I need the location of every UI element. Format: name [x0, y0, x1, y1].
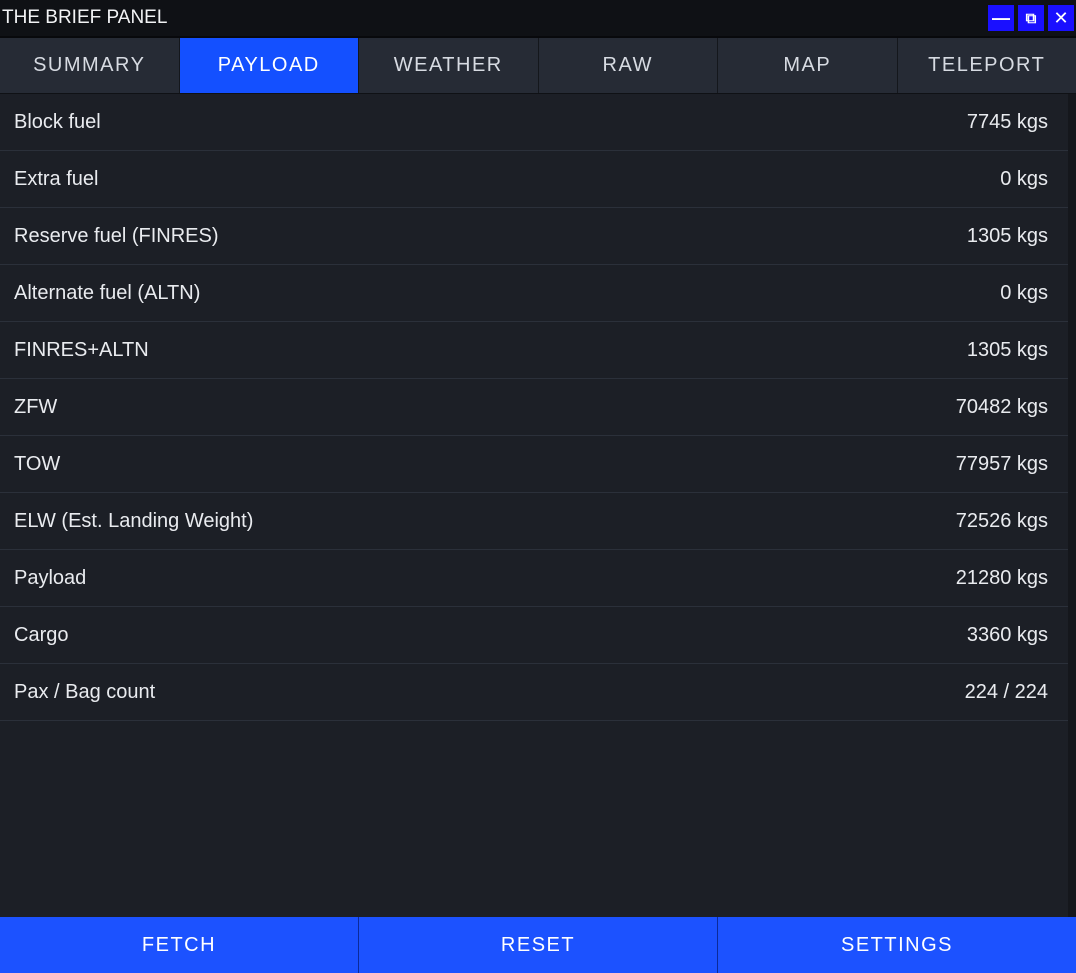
window-controls: — ⧉ ✕ [988, 5, 1076, 31]
row-value: 21280 kgs [955, 566, 1048, 589]
row-label: TOW [14, 452, 61, 475]
close-button[interactable]: ✕ [1048, 5, 1074, 31]
row-value: 0 kgs [1000, 281, 1048, 304]
table-row-zfw: ZFW 70482 kgs [0, 379, 1068, 436]
row-label: Block fuel [14, 110, 101, 133]
row-label: Pax / Bag count [14, 680, 156, 703]
row-label: ZFW [14, 395, 58, 418]
table-row-payload: Payload 21280 kgs [0, 550, 1068, 607]
row-label: Payload [14, 566, 87, 589]
table-row-extra-fuel: Extra fuel 0 kgs [0, 151, 1068, 208]
reset-button[interactable]: RESET [359, 917, 718, 973]
row-value: 1305 kgs [966, 224, 1048, 247]
footer-actions: FETCH RESET SETTINGS [0, 917, 1076, 973]
fetch-button[interactable]: FETCH [0, 917, 359, 973]
tab-raw[interactable]: RAW [539, 38, 718, 93]
table-row-cargo: Cargo 3360 kgs [0, 607, 1068, 664]
table-row-alternate-fuel: Alternate fuel (ALTN) 0 kgs [0, 265, 1068, 322]
row-value: 70482 kgs [955, 395, 1048, 418]
brief-panel-window: THE BRIEF PANEL — ⧉ ✕ SUMMARY PAYLOAD WE… [0, 0, 1076, 973]
tab-map[interactable]: MAP [718, 38, 898, 93]
payload-table: Block fuel 7745 kgs Extra fuel 0 kgs Res… [0, 94, 1068, 917]
tab-summary[interactable]: SUMMARY [0, 38, 180, 93]
row-label: FINRES+ALTN [14, 338, 149, 361]
table-row-reserve-fuel: Reserve fuel (FINRES) 1305 kgs [0, 208, 1068, 265]
window-title: THE BRIEF PANEL [2, 7, 168, 28]
popout-button[interactable]: ⧉ [1018, 5, 1044, 31]
row-value: 1305 kgs [966, 338, 1048, 361]
popout-icon: ⧉ [1025, 9, 1037, 27]
close-icon: ✕ [1053, 7, 1069, 28]
row-label: ELW (Est. Landing Weight) [14, 509, 254, 532]
table-row-tow: TOW 77957 kgs [0, 436, 1068, 493]
tab-bar: SUMMARY PAYLOAD WEATHER RAW MAP TELEPORT [0, 38, 1076, 94]
minimize-button[interactable]: — [988, 5, 1014, 31]
row-value: 77957 kgs [955, 452, 1048, 475]
row-value: 224 / 224 [964, 680, 1048, 703]
row-label: Reserve fuel (FINRES) [14, 224, 219, 247]
table-row-elw: ELW (Est. Landing Weight) 72526 kgs [0, 493, 1068, 550]
minimize-icon: — [992, 7, 1010, 28]
row-value: 72526 kgs [955, 509, 1048, 532]
tab-payload[interactable]: PAYLOAD [179, 38, 359, 93]
row-value: 7745 kgs [966, 110, 1048, 133]
row-label: Alternate fuel (ALTN) [14, 281, 201, 304]
table-row-block-fuel: Block fuel 7745 kgs [0, 94, 1068, 151]
tab-weather[interactable]: WEATHER [359, 38, 539, 93]
tab-teleport[interactable]: TELEPORT [898, 38, 1076, 93]
table-row-pax-bag-count: Pax / Bag count 224 / 224 [0, 664, 1068, 721]
table-row-finres-altn: FINRES+ALTN 1305 kgs [0, 322, 1068, 379]
row-label: Cargo [14, 623, 69, 646]
row-label: Extra fuel [14, 167, 99, 190]
title-bar[interactable]: THE BRIEF PANEL — ⧉ ✕ [0, 0, 1076, 38]
settings-button[interactable]: SETTINGS [718, 917, 1076, 973]
row-value: 0 kgs [1000, 167, 1048, 190]
scrollbar[interactable] [1068, 94, 1076, 917]
row-value: 3360 kgs [966, 623, 1048, 646]
